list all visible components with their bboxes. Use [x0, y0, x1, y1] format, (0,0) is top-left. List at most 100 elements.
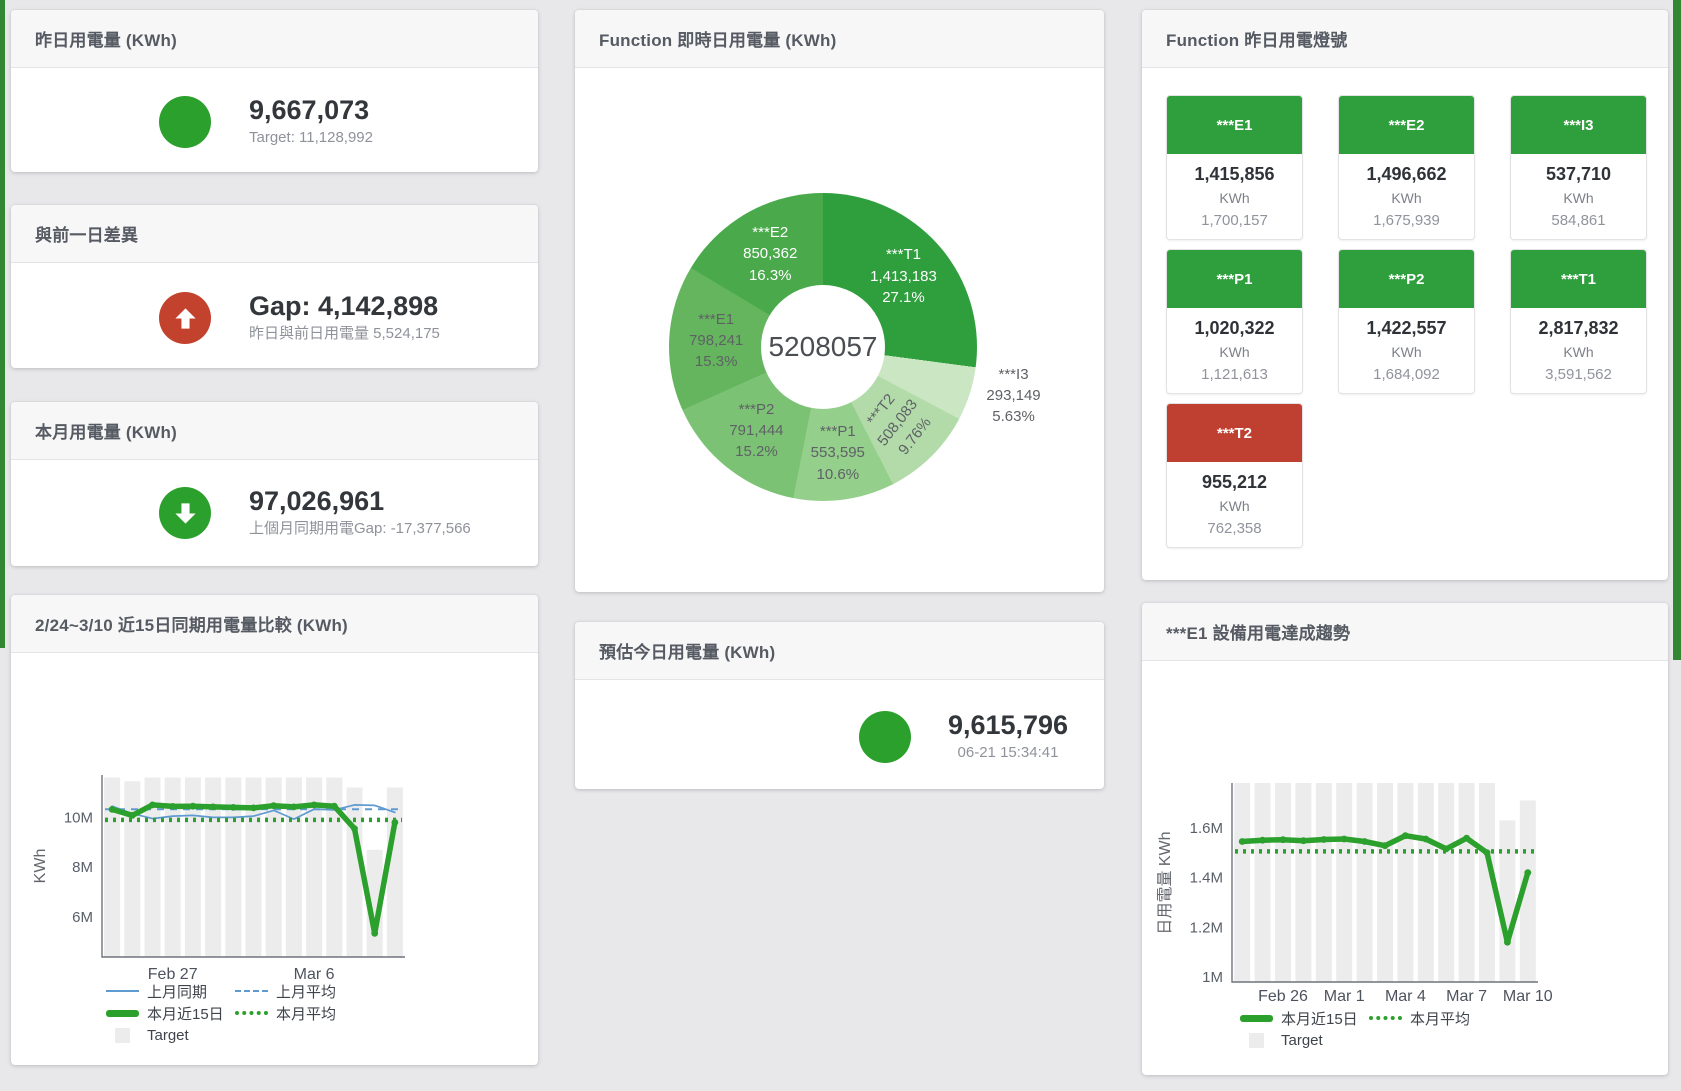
- stat-value: 9,615,796: [927, 710, 1089, 741]
- series-point: [230, 804, 237, 811]
- series-point: [1259, 837, 1266, 844]
- legend-label: Target: [1281, 1032, 1323, 1049]
- status-card: ***I3537,710KWh584,861: [1510, 95, 1647, 240]
- legend-swatch-dotted-icon: [1369, 1016, 1402, 1020]
- series-point: [1361, 838, 1368, 845]
- legend-label: 上月平均: [276, 981, 336, 1002]
- arrow-up-icon: [172, 305, 199, 332]
- panel-header: 本月用電量 (KWh): [11, 402, 538, 460]
- legend-item[interactable]: 上月同期: [106, 981, 235, 1002]
- card-unit: KWh: [1563, 341, 1593, 363]
- card-unit: KWh: [1391, 341, 1421, 363]
- panel-header: 預估今日用電量 (KWh): [575, 622, 1104, 680]
- target-bar: [1316, 783, 1332, 982]
- donut-slice-label: ***P2791,44415.2%: [729, 399, 783, 463]
- panel-15day-comparison-chart: 2/24~3/10 近15日同期用電量比較 (KWh) 6M8M10MFeb 2…: [11, 595, 538, 1065]
- y-tick-label: 1.4M: [1190, 870, 1223, 887]
- donut-center-total: 5208057: [761, 285, 885, 409]
- series-point: [351, 825, 358, 832]
- card-target: 1,121,613: [1201, 363, 1268, 386]
- legend-swatch-box-icon: [115, 1028, 130, 1043]
- legend-item[interactable]: 本月平均: [1369, 1008, 1470, 1029]
- panel-header: 昨日用電量 (KWh): [11, 10, 538, 68]
- target-bar: [1357, 783, 1373, 982]
- y-tick-label: 10M: [64, 809, 93, 826]
- target-bar: [1397, 783, 1413, 982]
- card-unit: KWh: [1219, 495, 1249, 517]
- y-tick-label: 1.6M: [1190, 820, 1223, 837]
- card-title: ***P2: [1339, 250, 1474, 308]
- dashboard: 昨日用電量 (KWh) 9,667,073 Target: 11,128,992…: [0, 0, 1681, 1091]
- card-target: 584,861: [1551, 209, 1605, 232]
- panel-month-usage: 本月用電量 (KWh) 97,026,961 上個月同期用電Gap: -17,3…: [11, 402, 538, 566]
- card-body: 1,422,557KWh1,684,092: [1339, 308, 1474, 393]
- series-point: [169, 803, 176, 810]
- card-target: 1,700,157: [1201, 209, 1268, 232]
- legend-item[interactable]: Target: [106, 1027, 235, 1044]
- legend-item[interactable]: Target: [1240, 1032, 1369, 1049]
- page-edge-right: [1673, 0, 1681, 660]
- card-unit: KWh: [1391, 187, 1421, 209]
- status-card: ***T2955,212KWh762,358: [1166, 403, 1303, 548]
- stat-subtext: 上個月同期用電Gap: -17,377,566: [249, 517, 471, 540]
- stat-text: 9,615,796 06-21 15:34:41: [927, 710, 1089, 764]
- card-value: 955,212: [1202, 469, 1267, 495]
- legend-item[interactable]: 本月近15日: [1240, 1008, 1369, 1029]
- status-card: ***T12,817,832KWh3,591,562: [1510, 249, 1647, 394]
- card-value: 2,817,832: [1538, 315, 1618, 341]
- series-point: [190, 803, 197, 810]
- target-bar: [246, 778, 262, 958]
- status-circle-icon: [159, 96, 211, 148]
- panel-realtime-donut: Function 即時日用電量 (KWh) 5208057 ***T11,413…: [575, 10, 1104, 592]
- card-body: 1,020,322KWh1,121,613: [1167, 308, 1302, 393]
- status-card: ***P11,020,322KWh1,121,613: [1166, 249, 1303, 394]
- panel-title: 預估今日用電量 (KWh): [599, 638, 775, 663]
- series-point: [1463, 835, 1470, 842]
- target-bar: [1255, 783, 1271, 982]
- card-unit: KWh: [1219, 341, 1249, 363]
- card-title: ***T2: [1167, 404, 1302, 462]
- card-unit: KWh: [1563, 187, 1593, 209]
- status-card: ***E21,496,662KWh1,675,939: [1338, 95, 1475, 240]
- target-bar: [1295, 783, 1311, 982]
- card-value: 1,496,662: [1366, 161, 1446, 187]
- series-point: [1280, 836, 1287, 843]
- legend-swatch-line-icon: [106, 990, 139, 992]
- card-value: 1,020,322: [1194, 315, 1274, 341]
- panel-title: Function 即時日用電量 (KWh): [599, 26, 836, 51]
- series-point: [1341, 836, 1348, 843]
- series-point: [1422, 836, 1429, 843]
- series-point: [210, 804, 217, 811]
- panel-title: 昨日用電量 (KWh): [35, 26, 177, 51]
- donut-slice-label: ***E1798,24115.3%: [689, 309, 743, 373]
- status-circle-icon: [159, 487, 211, 539]
- card-target: 1,675,939: [1373, 209, 1440, 232]
- trend-chart: 1M1.2M1.4M1.6MFeb 26Mar 1Mar 4Mar 7Mar 1…: [1142, 603, 1668, 1075]
- panel-gap-prev-day: 與前一日差異 Gap: 4,142,898 昨日與前日用電量 5,524,175: [11, 205, 538, 368]
- series-point: [311, 802, 318, 809]
- target-bar: [1438, 783, 1454, 982]
- legend-swatch-thick-icon: [106, 1010, 139, 1017]
- card-title: ***T1: [1511, 250, 1646, 308]
- series-point: [270, 802, 277, 809]
- legend-item[interactable]: 上月平均: [235, 981, 336, 1002]
- stat-value: 97,026,961: [249, 486, 471, 517]
- target-bar: [104, 778, 120, 958]
- legend-item[interactable]: 本月平均: [235, 1003, 336, 1024]
- series-point: [331, 803, 338, 810]
- chart-legend: 本月近15日本月平均 Target: [1240, 1007, 1470, 1051]
- x-tick-label: Mar 7: [1446, 988, 1487, 1005]
- series-point: [371, 930, 378, 937]
- card-body: 1,415,856KWh1,700,157: [1167, 154, 1302, 239]
- card-body: 537,710KWh584,861: [1511, 154, 1646, 239]
- y-axis-label: KWh: [32, 849, 49, 884]
- panel-yesterday-usage: 昨日用電量 (KWh) 9,667,073 Target: 11,128,992: [11, 10, 538, 172]
- card-title: ***I3: [1511, 96, 1646, 154]
- target-bar: [1499, 820, 1515, 982]
- target-bar: [1275, 783, 1291, 982]
- x-tick-label: Mar 1: [1324, 988, 1365, 1005]
- y-tick-label: 1M: [1202, 969, 1223, 986]
- legend-item[interactable]: 本月近15日: [106, 1003, 235, 1024]
- legend-swatch-thick-icon: [1240, 1015, 1273, 1022]
- legend-label: 本月平均: [276, 1003, 336, 1024]
